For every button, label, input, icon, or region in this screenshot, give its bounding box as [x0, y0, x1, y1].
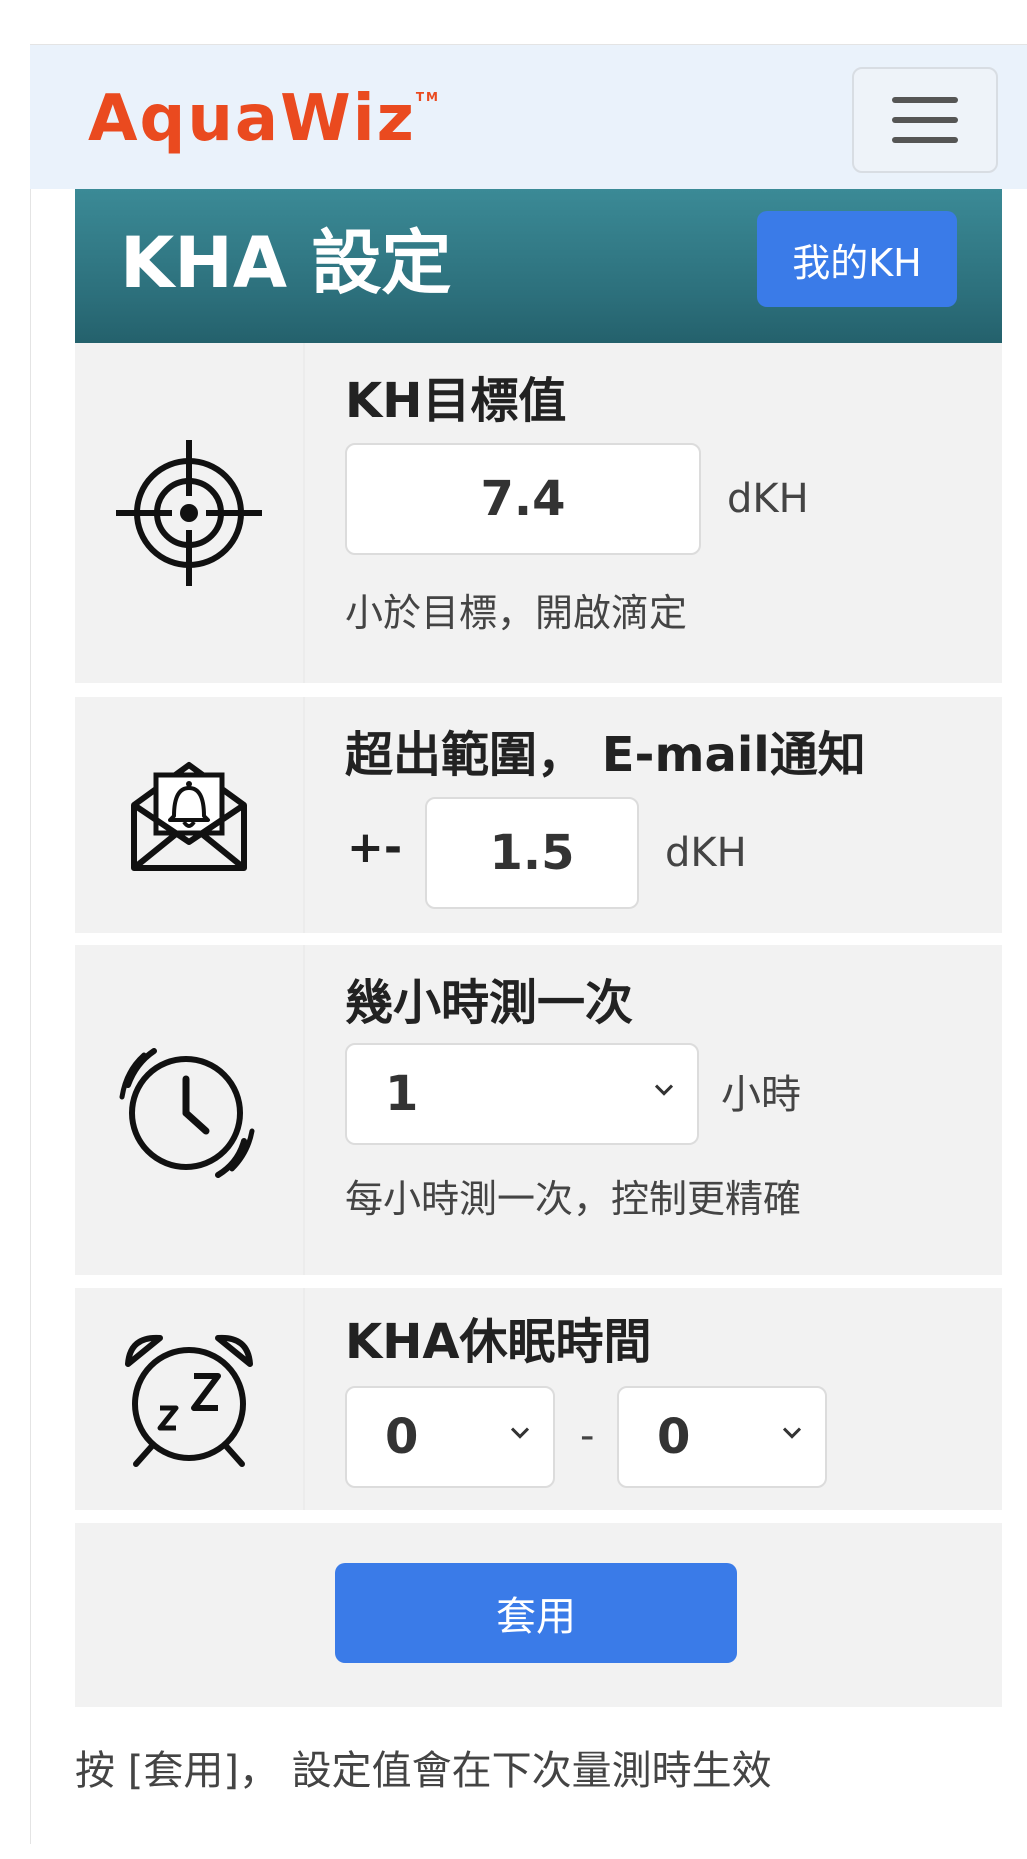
- apply-card: 套用: [75, 1523, 1002, 1707]
- sleep-start-selected: 0: [385, 1409, 419, 1465]
- chevron-down-icon: [782, 1427, 802, 1439]
- kh-target-input[interactable]: 7.4: [345, 443, 701, 555]
- brand-logo[interactable]: AquaWizTM: [88, 87, 440, 151]
- measure-interval-card: 幾小時測一次 1 小時 每小時測一次，控制更精確: [75, 945, 1002, 1275]
- sleep-end-selected: 0: [657, 1409, 691, 1465]
- logo-text: AquaWiz: [88, 82, 416, 156]
- kh-target-label: KH目標值: [345, 373, 567, 429]
- measure-interval-unit: 小時: [721, 1072, 801, 1118]
- measure-interval-hint: 每小時測一次，控制更精確: [345, 1177, 802, 1221]
- sleep-time-card: KHA休眠時間 0 - 0: [75, 1288, 1002, 1510]
- email-alert-card: 超出範圍， E-mail通知 +- 1.5 dKH: [75, 697, 1002, 933]
- email-alert-range-input[interactable]: 1.5: [425, 797, 639, 909]
- hamburger-menu-icon: [892, 97, 958, 103]
- kh-target-card: KH目標值 7.4 dKH 小於目標，開啟滴定: [75, 343, 1002, 683]
- sleep-separator: -: [580, 1413, 595, 1459]
- chevron-down-icon: [654, 1084, 674, 1096]
- email-alert-unit: dKH: [665, 830, 747, 876]
- logo-trademark: TM: [415, 90, 441, 104]
- email-alert-label-prefix: 超出範圍，: [345, 727, 586, 783]
- alarm-clock-sleep-icon: [125, 1334, 253, 1467]
- settings-header: KHA 設定 我的KH: [75, 189, 1002, 343]
- measure-interval-selected: 1: [385, 1066, 419, 1122]
- target-crosshair-icon: [116, 440, 262, 586]
- measure-interval-select[interactable]: 1: [345, 1043, 699, 1145]
- my-kh-button[interactable]: 我的KH: [757, 211, 957, 307]
- plus-minus-label: +-: [347, 822, 403, 873]
- page-title: KHA 設定: [120, 222, 452, 304]
- kh-target-unit: dKH: [727, 476, 809, 522]
- apply-note: 按 [套用]， 設定值會在下次量測時生效: [75, 1748, 772, 1794]
- email-alert-label: 超出範圍， E-mail通知: [345, 727, 866, 785]
- clock-icon: [119, 1048, 255, 1178]
- kh-target-hint: 小於目標，開啟滴定: [345, 591, 688, 635]
- apply-button[interactable]: 套用: [335, 1563, 737, 1663]
- sleep-end-select[interactable]: 0: [617, 1386, 827, 1488]
- sleep-time-label: KHA休眠時間: [345, 1314, 652, 1370]
- measure-interval-label: 幾小時測一次: [345, 975, 634, 1031]
- hamburger-menu-button[interactable]: [852, 67, 998, 173]
- email-alert-label-suffix: E-mail通知: [601, 727, 866, 783]
- navbar: AquaWizTM: [30, 45, 1027, 189]
- chevron-down-icon: [510, 1427, 530, 1439]
- email-bell-icon: [131, 762, 247, 871]
- sleep-start-select[interactable]: 0: [345, 1386, 555, 1488]
